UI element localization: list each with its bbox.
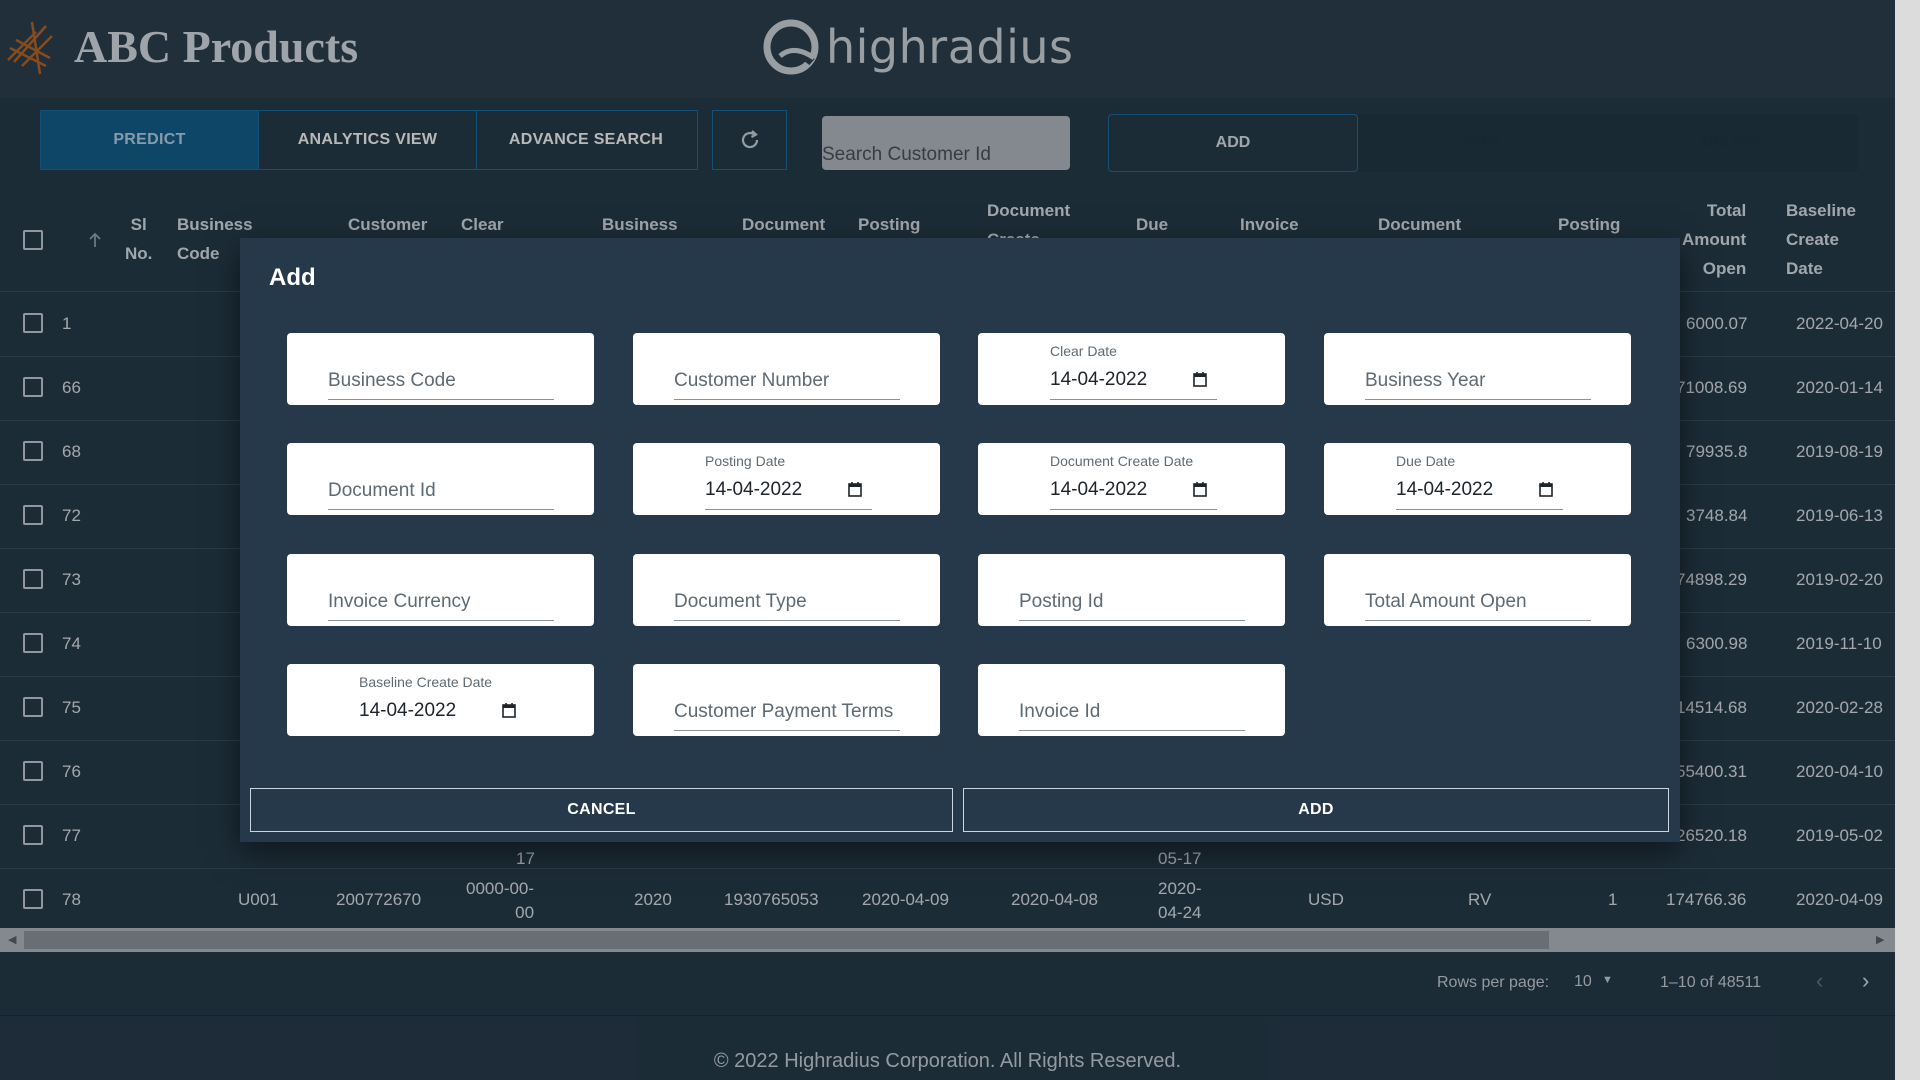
customer-number-placeholder: Customer Number [674, 370, 830, 391]
calendar-icon[interactable] [1539, 481, 1553, 497]
posting-id-placeholder: Posting Id [1019, 591, 1104, 612]
posting-date-field[interactable]: Posting Date 14-04-2022 [633, 443, 940, 515]
vertical-scrollbar[interactable] [1895, 0, 1920, 1080]
dialog-title: Add [269, 264, 316, 291]
add-dialog: Add Business Code Customer Number Clear … [240, 238, 1680, 842]
customer-number-field[interactable]: Customer Number [633, 333, 940, 405]
field-underline [674, 620, 900, 621]
baseline-create-date-field[interactable]: Baseline Create Date 14-04-2022 [287, 664, 594, 736]
field-underline [1019, 730, 1245, 731]
add-submit-button[interactable]: ADD [963, 788, 1669, 832]
calendar-icon[interactable] [1193, 481, 1207, 497]
clear-date-label: Clear Date [1050, 343, 1117, 359]
invoice-id-placeholder: Invoice Id [1019, 701, 1101, 722]
field-underline [674, 399, 900, 400]
baseline-create-date-value: 14-04-2022 [359, 700, 457, 721]
invoice-currency-placeholder: Invoice Currency [328, 591, 471, 612]
document-type-placeholder: Document Type [674, 591, 807, 612]
field-underline [1396, 509, 1563, 510]
posting-date-value: 14-04-2022 [705, 479, 803, 500]
field-underline [1365, 399, 1591, 400]
clear-date-field[interactable]: Clear Date 14-04-2022 [978, 333, 1285, 405]
posting-id-field[interactable]: Posting Id [978, 554, 1285, 626]
field-underline [328, 620, 554, 621]
business-year-placeholder: Business Year [1365, 370, 1486, 391]
due-date-value: 14-04-2022 [1396, 479, 1494, 500]
due-date-label: Due Date [1396, 453, 1456, 469]
field-underline [1365, 620, 1591, 621]
total-amount-open-field[interactable]: Total Amount Open [1324, 554, 1631, 626]
clear-date-value: 14-04-2022 [1050, 369, 1148, 390]
field-underline [1050, 509, 1217, 510]
customer-payment-terms-placeholder: Customer Payment Terms [674, 701, 894, 722]
document-create-date-value: 14-04-2022 [1050, 479, 1148, 500]
field-underline [328, 509, 554, 510]
document-id-field[interactable]: Document Id [287, 443, 594, 515]
document-create-date-label: Document Create Date [1050, 453, 1194, 469]
cancel-button[interactable]: CANCEL [250, 788, 953, 832]
business-code-field[interactable]: Business Code [287, 333, 594, 405]
field-underline [1019, 620, 1245, 621]
document-type-field[interactable]: Document Type [633, 554, 940, 626]
invoice-currency-field[interactable]: Invoice Currency [287, 554, 594, 626]
calendar-icon[interactable] [848, 481, 862, 497]
field-underline [328, 399, 554, 400]
total-amount-open-placeholder: Total Amount Open [1365, 591, 1527, 612]
field-underline [705, 509, 872, 510]
business-year-field[interactable]: Business Year [1324, 333, 1631, 405]
field-underline [1050, 399, 1217, 400]
field-underline [674, 730, 900, 731]
document-id-placeholder: Document Id [328, 480, 436, 501]
invoice-id-field[interactable]: Invoice Id [978, 664, 1285, 736]
calendar-icon[interactable] [1193, 371, 1207, 387]
customer-payment-terms-field[interactable]: Customer Payment Terms [633, 664, 940, 736]
due-date-field[interactable]: Due Date 14-04-2022 [1324, 443, 1631, 515]
posting-date-label: Posting Date [705, 453, 786, 469]
baseline-create-date-label: Baseline Create Date [359, 674, 493, 690]
calendar-icon[interactable] [502, 702, 516, 718]
document-create-date-field[interactable]: Document Create Date 14-04-2022 [978, 443, 1285, 515]
business-code-placeholder: Business Code [328, 370, 456, 391]
